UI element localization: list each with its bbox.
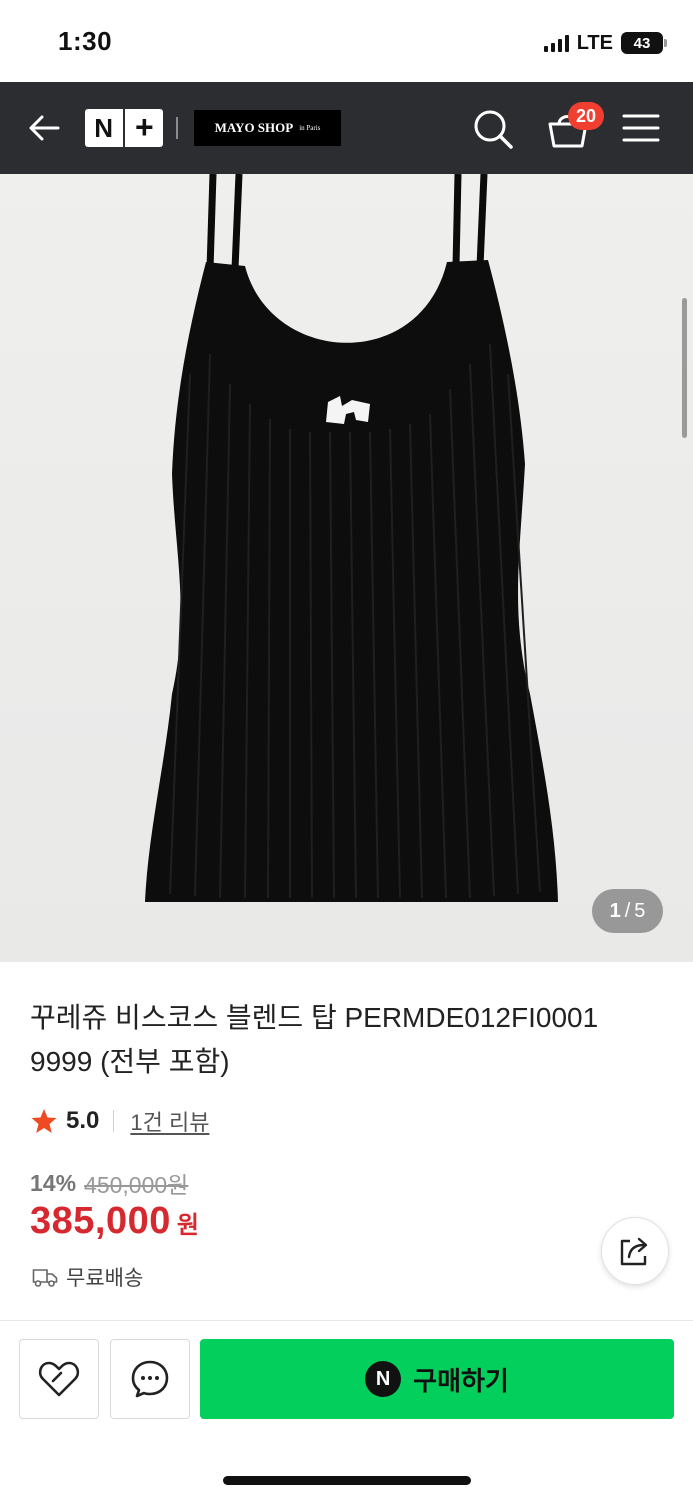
logo-separator [123,109,126,147]
search-button[interactable] [472,108,514,150]
buy-label: 구매하기 [413,1365,509,1396]
review-link[interactable]: 1건 리뷰 [130,1105,209,1137]
tank-top-image [145,174,558,902]
price-row: 385,000 원 [30,1200,199,1243]
discount-rate: 14% [30,1169,77,1196]
back-button[interactable] [26,110,62,146]
product-title: 꾸레쥬 비스코스 블렌드 탑 PERMDE012FI0001 9999 (전부 … [30,1002,599,1077]
bottom-action-bar: N 구매하기 [0,1320,693,1500]
status-indicators: LTE 43 [543,30,667,56]
heart-icon [38,1361,80,1397]
star-icon [31,1109,57,1133]
image-current: 1 [609,899,621,922]
share-button[interactable] [601,1217,669,1285]
rating-row: 5.0 1건 리뷰 [30,1104,209,1138]
chat-icon [131,1360,169,1398]
menu-button[interactable] [622,112,660,144]
status-bar: 1:30 LTE 43 [0,0,693,82]
truck-icon [32,1269,58,1287]
logo-n: N [94,112,114,143]
network-label: LTE [576,31,613,54]
currency-label: 원 [176,1212,199,1239]
naver-plus-logo[interactable]: N + [85,109,163,147]
sale-price: 385,000 [30,1200,171,1242]
wishlist-button[interactable] [19,1339,99,1419]
share-icon [620,1237,648,1266]
shop-logo[interactable]: MAYO SHOP in Paris [194,110,341,146]
status-time: 1:30 [58,26,113,56]
cart-count-badge: 20 [568,102,604,130]
original-price: 450,000원 [84,1172,189,1198]
rating-divider [113,1110,115,1132]
shipping-row: 무료배송 [32,1262,143,1292]
naver-pay-icon: N [365,1361,402,1397]
talk-button[interactable] [110,1339,190,1419]
image-total: 5 [634,899,646,922]
search-icon [474,110,513,149]
battery-icon: 43 [621,32,667,54]
product-image[interactable] [0,174,693,962]
buy-button[interactable]: N 구매하기 [200,1339,674,1419]
menu-icon [622,114,660,142]
discount-row: 14% 450,000원 [30,1166,188,1200]
header-divider [176,117,178,139]
scrollbar[interactable] [682,298,687,438]
back-arrow-icon [29,115,60,141]
shipping-label: 무료배송 [66,1267,144,1290]
image-separator: / [624,899,631,922]
shop-name: MAYO SHOP [214,120,294,135]
shop-subtitle: in Paris [299,124,321,132]
logo-plus: + [135,108,154,145]
battery-level: 43 [633,34,651,52]
rating-value: 5.0 [66,1107,100,1134]
home-indicator[interactable] [223,1476,471,1485]
image-counter: 1 / 5 [592,889,663,933]
signal-icon [543,34,569,52]
